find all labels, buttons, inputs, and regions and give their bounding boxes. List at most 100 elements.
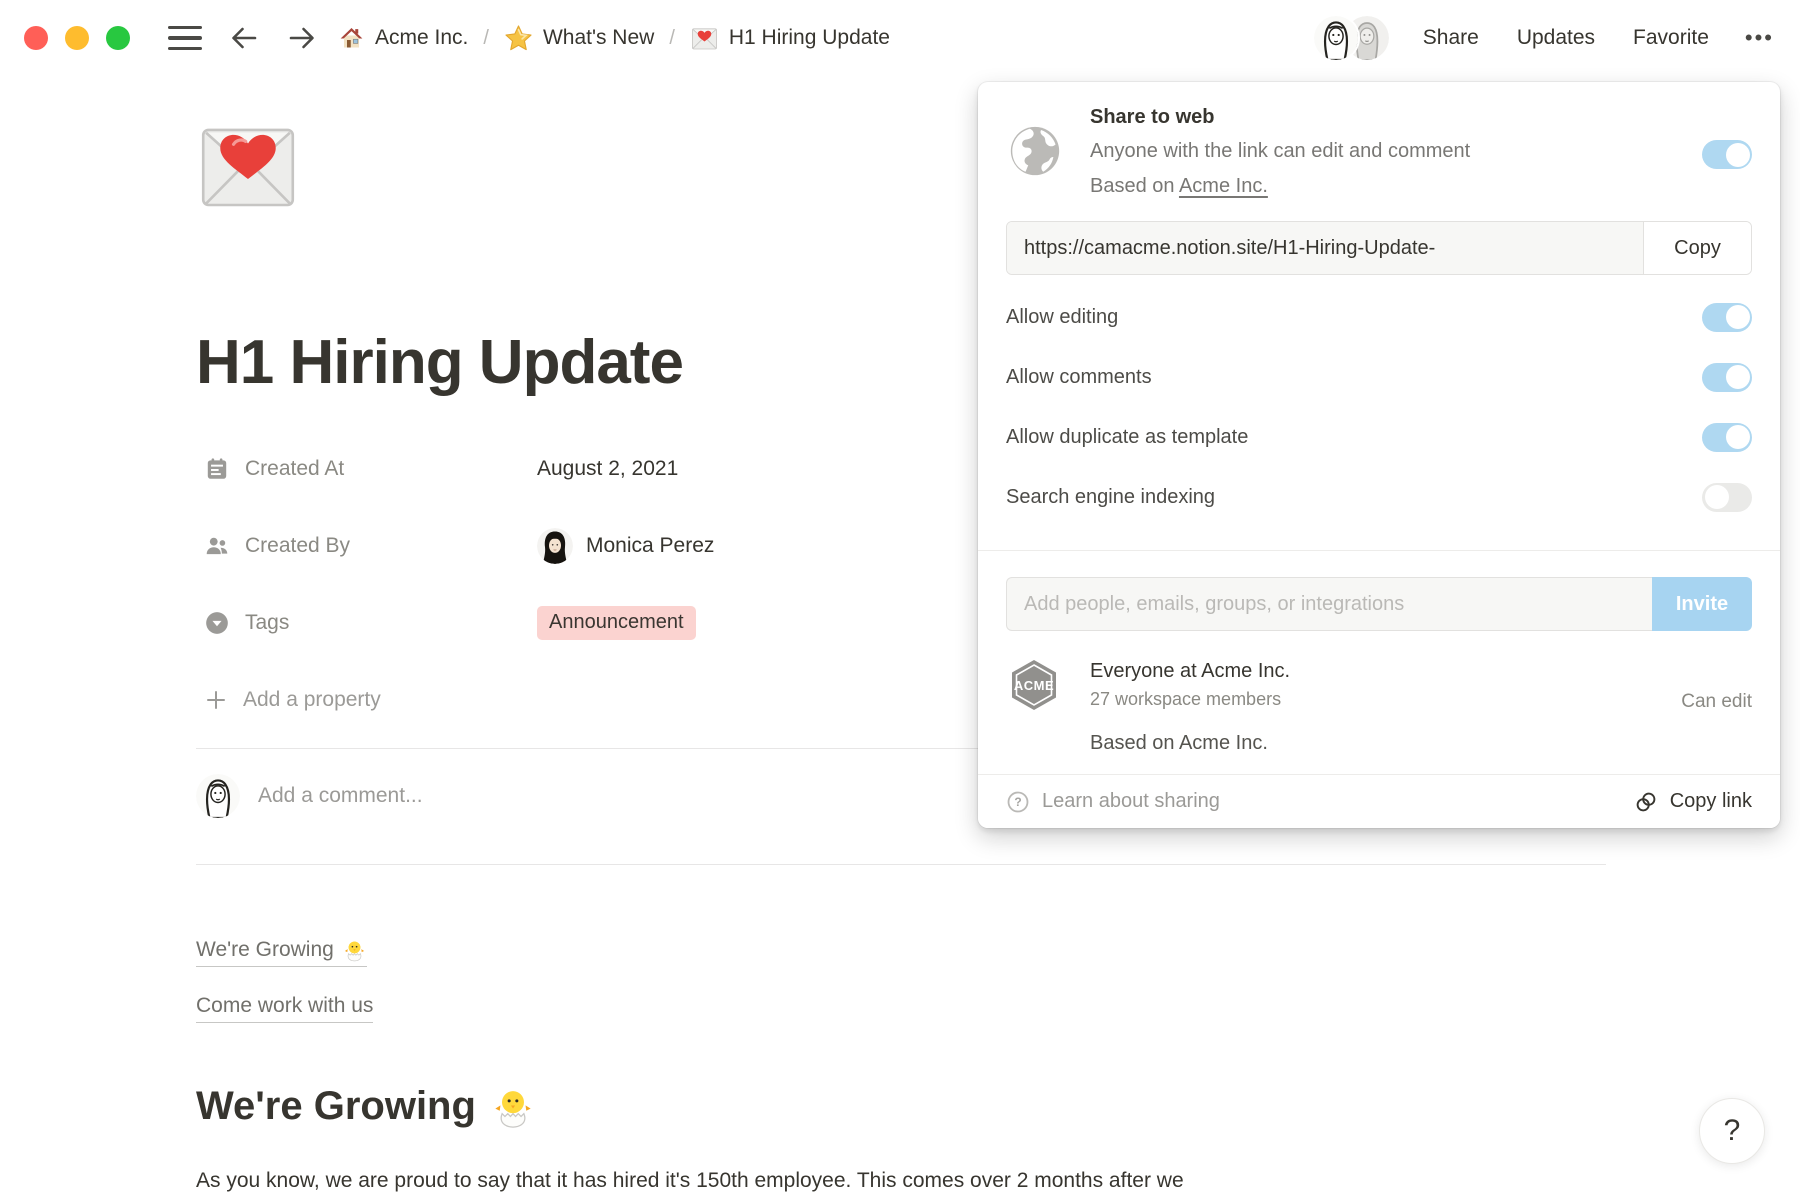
comment-placeholder: Add a comment... bbox=[258, 784, 423, 808]
breadcrumb: Acme Inc. / What's New / H1 Hiring Updat… bbox=[338, 24, 890, 53]
hatching-chick-icon bbox=[342, 937, 367, 962]
link-were-growing[interactable]: We're Growing bbox=[196, 937, 367, 967]
window-titlebar: Acme Inc. / What's New / H1 Hiring Updat… bbox=[0, 0, 1800, 76]
allow-duplicate-toggle[interactable] bbox=[1702, 423, 1752, 452]
plus-icon bbox=[204, 688, 228, 712]
invite-section: Invite bbox=[978, 550, 1780, 631]
allow-editing-toggle[interactable] bbox=[1702, 303, 1752, 332]
help-button[interactable]: ? bbox=[1699, 1098, 1765, 1164]
share-to-web-section: Share to web Anyone with the link can ed… bbox=[978, 82, 1780, 199]
breadcrumb-label: What's New bbox=[543, 26, 654, 50]
link-label: We're Growing bbox=[196, 938, 334, 962]
forward-button[interactable] bbox=[286, 22, 318, 54]
option-label: Allow duplicate as template bbox=[1006, 426, 1248, 449]
updates-button[interactable]: Updates bbox=[1517, 26, 1595, 50]
love-letter-icon bbox=[690, 24, 719, 53]
share-to-web-title: Share to web bbox=[1090, 106, 1702, 129]
calendar-icon bbox=[204, 456, 230, 482]
more-options-icon[interactable]: ••• bbox=[1745, 25, 1774, 51]
link-label: Come work with us bbox=[196, 994, 373, 1018]
heading-text: We're Growing bbox=[196, 1084, 476, 1129]
page-links: We're Growing Come work with us bbox=[196, 937, 1606, 1023]
question-circle-icon: ? bbox=[1006, 790, 1030, 814]
tag-icon bbox=[204, 610, 230, 636]
avatar-monica bbox=[537, 528, 573, 564]
person-name: Monica Perez bbox=[586, 534, 714, 558]
share-button[interactable]: Share bbox=[1423, 26, 1479, 50]
group-name: Everyone at Acme Inc. bbox=[1090, 660, 1290, 683]
property-label-tags[interactable]: Tags bbox=[204, 610, 537, 636]
learn-about-sharing-link[interactable]: ? Learn about sharing bbox=[1006, 790, 1220, 814]
copy-url-button[interactable]: Copy bbox=[1643, 222, 1751, 274]
option-allow-editing: Allow editing bbox=[978, 287, 1780, 347]
divider bbox=[196, 864, 1606, 865]
search-indexing-toggle[interactable] bbox=[1702, 483, 1752, 512]
option-label: Search engine indexing bbox=[1006, 486, 1215, 509]
house-icon bbox=[338, 25, 365, 52]
option-label: Allow editing bbox=[1006, 306, 1118, 329]
option-allow-comments: Allow comments bbox=[978, 347, 1780, 407]
tag-announcement[interactable]: Announcement bbox=[537, 606, 696, 640]
favorite-button[interactable]: Favorite bbox=[1633, 26, 1709, 50]
property-value-tags[interactable]: Announcement bbox=[537, 606, 696, 640]
breadcrumb-label: H1 Hiring Update bbox=[729, 26, 890, 50]
property-value-created-at[interactable]: August 2, 2021 bbox=[537, 457, 678, 481]
share-to-web-toggle[interactable] bbox=[1702, 140, 1752, 169]
svg-text:ACME: ACME bbox=[1014, 678, 1054, 693]
option-search-indexing: Search engine indexing bbox=[978, 467, 1780, 527]
sidebar-menu-icon[interactable] bbox=[168, 26, 202, 50]
group-access-level[interactable]: Can edit bbox=[1681, 691, 1752, 713]
topbar-actions: Share Updates Favorite ••• bbox=[1314, 16, 1774, 60]
star-icon bbox=[504, 24, 533, 53]
svg-text:?: ? bbox=[1014, 795, 1021, 809]
group-meta: 27 workspace members bbox=[1090, 689, 1290, 710]
page-icon-love-letter[interactable] bbox=[196, 114, 300, 218]
popover-footer: ? Learn about sharing Copy link bbox=[978, 774, 1780, 828]
breadcrumb-current-page[interactable]: H1 Hiring Update bbox=[690, 24, 890, 53]
invite-button[interactable]: Invite bbox=[1652, 577, 1752, 631]
copy-link-button[interactable]: Copy link bbox=[1634, 790, 1752, 814]
globe-icon bbox=[1006, 122, 1064, 180]
based-on-prefix: Based on bbox=[1090, 175, 1175, 197]
link-come-work-with-us[interactable]: Come work with us bbox=[196, 994, 373, 1023]
property-label-text: Tags bbox=[245, 611, 289, 635]
breadcrumb-parent-page[interactable]: What's New bbox=[504, 24, 654, 53]
avatar-blonde[interactable] bbox=[1314, 16, 1358, 60]
property-label-created-by[interactable]: Created By bbox=[204, 533, 537, 559]
property-label-text: Created At bbox=[245, 457, 344, 481]
property-value-created-by[interactable]: Monica Perez bbox=[537, 528, 714, 564]
allow-comments-toggle[interactable] bbox=[1702, 363, 1752, 392]
option-label: Allow comments bbox=[1006, 366, 1152, 389]
option-allow-duplicate: Allow duplicate as template bbox=[978, 407, 1780, 467]
property-label-created-at[interactable]: Created At bbox=[204, 456, 537, 482]
share-options: Allow editing Allow comments Allow dupli… bbox=[978, 287, 1780, 527]
add-property-label: Add a property bbox=[243, 688, 381, 712]
copy-link-label: Copy link bbox=[1670, 790, 1752, 813]
zoom-window-button[interactable] bbox=[106, 26, 130, 50]
share-url-group: Copy bbox=[1006, 221, 1752, 275]
learn-about-sharing-label: Learn about sharing bbox=[1042, 790, 1220, 813]
workspace-group-row[interactable]: ACME Everyone at Acme Inc. 27 workspace … bbox=[978, 631, 1780, 713]
breadcrumb-separator: / bbox=[669, 27, 675, 50]
body-paragraph[interactable]: As you know, we are proud to say that it… bbox=[196, 1165, 1604, 1196]
clipped-row: Based on Acme Inc. bbox=[978, 732, 1780, 755]
add-property-button[interactable]: Add a property bbox=[204, 688, 537, 712]
share-url-input[interactable] bbox=[1007, 222, 1643, 274]
share-popover: Share to web Anyone with the link can ed… bbox=[978, 82, 1780, 828]
section-heading[interactable]: We're Growing bbox=[196, 1083, 1606, 1129]
invite-input[interactable] bbox=[1006, 577, 1652, 631]
acme-logo: ACME bbox=[1006, 657, 1062, 713]
hatching-chick-icon bbox=[490, 1083, 536, 1129]
window-controls bbox=[24, 26, 130, 50]
breadcrumb-workspace[interactable]: Acme Inc. bbox=[338, 25, 468, 52]
based-on-workspace-link[interactable]: Acme Inc. bbox=[1179, 175, 1268, 197]
close-window-button[interactable] bbox=[24, 26, 48, 50]
breadcrumb-label: Acme Inc. bbox=[375, 26, 468, 50]
link-icon bbox=[1634, 790, 1658, 814]
back-button[interactable] bbox=[228, 22, 260, 54]
property-label-text: Created By bbox=[245, 534, 350, 558]
presence-avatars bbox=[1314, 16, 1389, 60]
minimize-window-button[interactable] bbox=[65, 26, 89, 50]
arrow-right-icon bbox=[286, 22, 318, 54]
based-on-line: Based on Acme Inc. bbox=[1090, 173, 1702, 199]
